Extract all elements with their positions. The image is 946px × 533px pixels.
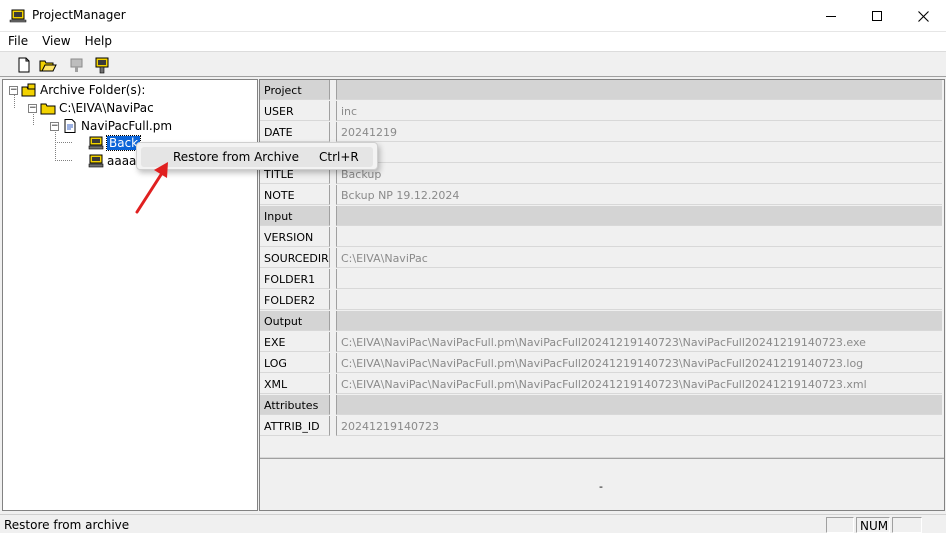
grid-key: DATE [260,122,330,142]
collapse-icon[interactable]: − [28,103,37,113]
grid-blank-row [260,437,944,458]
grid-value[interactable]: C:\EIVA\NaviPac\NaviPacFull.pm\NaviPacFu… [336,374,942,394]
folder-icon [40,103,56,115]
grid-value[interactable] [336,227,942,247]
status-text: Restore from archive [4,518,130,532]
grid-key: EXE [260,332,330,352]
title-bar: ProjectManager [0,0,946,32]
connect-button[interactable] [93,55,113,75]
grid-row[interactable]: FOLDER1 [260,269,944,290]
close-button[interactable] [900,0,946,32]
grid-key: FOLDER2 [260,290,330,310]
menu-item-label: Restore from Archive [173,150,299,164]
maximize-button[interactable] [854,0,900,32]
window-title: ProjectManager [32,8,126,22]
grid-row[interactable]: ATTRIB_ID 20241219140723 [260,416,944,437]
grid-value [336,311,942,331]
grid-section-row: Output [260,311,944,332]
menu-help[interactable]: Help [77,32,118,51]
tree-label-folder: C:\EIVA\NaviPac [59,101,154,115]
minimize-icon [826,15,836,17]
grid-value[interactable]: 20241219140723 [336,416,942,436]
grid-value[interactable]: Backup [336,164,942,184]
grid-key: NOTE [260,185,330,205]
tree-item-file[interactable]: − NaviPacFull.pm [50,118,172,134]
grid-row[interactable]: XML C:\EIVA\NaviPac\NaviPacFull.pm\NaviPa… [260,374,944,395]
grid-value[interactable] [336,290,942,310]
status-pane-caps [826,517,854,533]
grid-key: VERSION [260,227,330,247]
grid-key: Attributes [260,395,330,415]
grid-section-row: Project [260,80,944,101]
menu-file[interactable]: File [0,32,34,51]
grid-row[interactable]: VERSION [260,227,944,248]
grid-value[interactable]: 20241219 [336,122,942,142]
grid-key: LOG [260,353,330,373]
grid-key: Output [260,311,330,331]
status-pane-scroll [892,517,922,533]
grid-key: USER [260,101,330,121]
collapse-icon[interactable]: − [9,85,18,95]
grid-row[interactable]: NOTE Bckup NP 19.12.2024 [260,185,944,206]
tree-label-file: NaviPacFull.pm [81,119,173,133]
collapse-icon[interactable]: − [50,121,59,131]
app-monitor-icon [9,9,27,23]
grid-divider [260,458,944,459]
grid-value[interactable]: Bckup NP 19.12.2024 [336,185,942,205]
tree-item-archive-backup[interactable]: Back [88,135,142,151]
grid-key: XML [260,374,330,394]
connect-monitor-icon [95,57,109,73]
status-pane-num: NUM [856,517,890,533]
grid-value[interactable]: C:\EIVA\NaviPac\NaviPacFull.pm\NaviPacFu… [336,332,942,352]
grid-row[interactable]: EXE C:\EIVA\NaviPac\NaviPacFull.pm\NaviPa… [260,332,944,353]
grid-value[interactable]: inc [336,101,942,121]
grid-section-row: Attributes [260,395,944,416]
grid-key: Project [260,80,330,100]
grid-value[interactable] [336,269,942,289]
disconnect-button[interactable] [68,55,88,75]
archive-folder-icon [21,83,36,97]
grid-key: SOURCEDIR [260,248,330,268]
grid-key: Input [260,206,330,226]
archive-monitor-icon [88,154,104,168]
tree-label-root: Archive Folder(s): [40,83,146,97]
project-file-icon [64,119,76,133]
grid-value [336,206,942,226]
grid-section-row: Input [260,206,944,227]
menu-item-shortcut: Ctrl+R [319,150,359,164]
grid-row[interactable]: SOURCEDIR C:\EIVA\NaviPac [260,248,944,269]
status-bar: Restore from archive NUM [0,514,946,533]
grid-value[interactable] [336,143,942,163]
grid-row[interactable]: DATE 20241219 [260,122,944,143]
disconnect-icon [70,58,83,72]
grid-value [336,395,942,415]
open-folder-icon [39,60,57,71]
grid-row[interactable]: LOG C:\EIVA\NaviPac\NaviPacFull.pm\NaviPa… [260,353,944,374]
minimize-button[interactable] [808,0,854,32]
new-document-icon [18,57,30,73]
grid-key: FOLDER1 [260,269,330,289]
grid-value[interactable]: C:\EIVA\NaviPac [336,248,942,268]
grid-value [336,80,942,100]
toolbar [0,51,946,77]
menu-bar: File View Help [0,32,946,51]
archive-monitor-icon [88,136,104,150]
grid-key: ATTRIB_ID [260,416,330,436]
red-arrow-annotation [135,162,168,214]
close-icon [917,10,929,22]
maximize-icon [872,11,882,21]
tree-item-archive-folders[interactable]: − Archive Folder(s): [9,82,145,98]
open-button[interactable] [38,55,58,75]
menu-view[interactable]: View [34,32,76,51]
grid-row[interactable]: USER inc [260,101,944,122]
new-button[interactable] [14,55,34,75]
grid-row[interactable]: FOLDER2 [260,290,944,311]
grid-footer-text: - [599,480,603,493]
tree-item-folder[interactable]: − C:\EIVA\NaviPac [28,100,154,116]
grid-value[interactable]: C:\EIVA\NaviPac\NaviPacFull.pm\NaviPacFu… [336,353,942,373]
